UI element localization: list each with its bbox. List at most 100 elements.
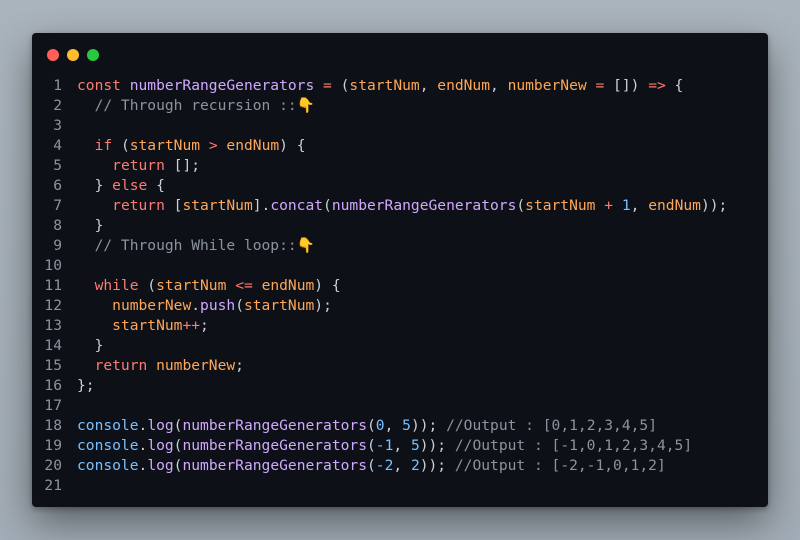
code-line[interactable]: 4 if (startNum > endNum) { (32, 136, 768, 156)
code-token-punct: , (419, 77, 438, 94)
code-text: return numberNew; (77, 356, 244, 376)
code-token-comment: // Through While loop::👇 (77, 237, 315, 254)
code-token-punct: []; (164, 157, 201, 174)
code-line[interactable]: 17 (32, 396, 768, 416)
code-line[interactable]: 3 (32, 116, 768, 136)
line-number: 18 (44, 417, 62, 434)
code-token-keyword: return (112, 157, 165, 174)
code-text: const numberRangeGenerators = (startNum,… (77, 76, 683, 96)
code-token-number: -2 (375, 457, 394, 474)
code-token-param: startNum (112, 317, 183, 334)
code-token-punct: , (393, 457, 411, 474)
code-editor: 1 const numberRangeGenerators = (startNum… (32, 76, 768, 496)
code-token-func: numberRangeGenerators (182, 417, 367, 434)
line-number: 17 (44, 397, 62, 414)
code-token-punct: }; (77, 377, 95, 394)
code-line[interactable]: 13 startNum++; (32, 316, 768, 336)
code-token-punct: )); (419, 457, 455, 474)
code-text: return []; (77, 156, 200, 176)
code-line[interactable]: 2 // Through recursion ::👇 (32, 96, 768, 116)
code-token-number: 1 (621, 197, 631, 214)
code-token-func: numberRangeGenerators (182, 457, 367, 474)
code-token-punct: . (138, 417, 148, 434)
code-token-keyword: <= (235, 277, 253, 294)
code-token-punct: ( (235, 297, 244, 314)
code-text: startNum++; (77, 316, 209, 336)
code-line[interactable]: 9 // Through While loop::👇 (32, 236, 768, 256)
code-token-number: 2 (410, 457, 420, 474)
code-token-number: 5 (402, 417, 411, 434)
code-token-param: startNum (129, 137, 201, 154)
code-line[interactable]: 18 console.log(numberRangeGenerators(0, 5… (32, 416, 768, 436)
code-token-comment: // Through recursion ::👇 (77, 97, 315, 114)
code-token-punct: []) (604, 77, 649, 94)
line-number: 10 (44, 257, 62, 274)
code-token-param: startNum (349, 77, 420, 94)
code-token-func: log (147, 457, 174, 474)
code-token-punct: ( (366, 417, 376, 434)
code-token-keyword: return (112, 197, 165, 214)
code-line[interactable]: 21 (32, 476, 768, 496)
maximize-window-button[interactable] (87, 49, 99, 61)
code-token-punct: )); (419, 437, 455, 454)
code-text: } (77, 216, 104, 236)
code-line[interactable]: 5 return []; (32, 156, 768, 176)
line-number: 7 (53, 197, 62, 214)
code-token-keyword: const (77, 77, 130, 94)
code-line[interactable]: 16}; (32, 376, 768, 396)
code-token-punct: ( (112, 137, 130, 154)
minimize-window-button[interactable] (67, 49, 79, 61)
close-window-button[interactable] (47, 49, 59, 61)
code-text: console.log(numberRangeGenerators(-2, 2)… (77, 456, 666, 476)
window-titlebar (32, 33, 768, 77)
code-token-param: startNum (525, 197, 596, 214)
code-token-func: log (147, 437, 174, 454)
code-text: numberNew.push(startNum); (77, 296, 332, 316)
code-token-number: 5 (410, 437, 420, 454)
code-line[interactable]: 12 numberNew.push(startNum); (32, 296, 768, 316)
code-line[interactable]: 7 return [startNum].concat(numberRangeGe… (32, 196, 768, 216)
line-number: 15 (44, 357, 62, 374)
code-token-punct: [ (164, 197, 183, 214)
code-token-param: endNum (226, 137, 280, 154)
code-token-punct: . (138, 457, 148, 474)
code-line[interactable]: 14 } (32, 336, 768, 356)
code-token-param: numberNew (507, 77, 587, 94)
code-token-punct: ( (138, 277, 157, 294)
code-token-punct: ; (235, 357, 244, 374)
code-line[interactable]: 20 console.log(numberRangeGenerators(-2, … (32, 456, 768, 476)
code-line[interactable]: 15 return numberNew; (32, 356, 768, 376)
code-text: } (77, 336, 104, 356)
code-token-keyword: if (94, 137, 113, 154)
code-text: console.log(numberRangeGenerators(-1, 5)… (77, 436, 692, 456)
code-token-punct: ; (200, 317, 209, 334)
code-line[interactable]: 10 (32, 256, 768, 276)
code-token-punct: ); (314, 297, 332, 314)
code-text: while (startNum <= endNum) { (77, 276, 341, 296)
code-text: if (startNum > endNum) { (77, 136, 306, 156)
code-line[interactable]: 11 while (startNum <= endNum) { (32, 276, 768, 296)
code-token-punct: ( (331, 77, 350, 94)
code-token-punct: ( (366, 457, 376, 474)
code-token-comment: //Output : [-2,-1,0,1,2] (454, 457, 666, 474)
code-line[interactable]: 19 console.log(numberRangeGenerators(-1, … (32, 436, 768, 456)
code-token-func: numberRangeGenerators (331, 197, 517, 214)
code-text: console.log(numberRangeGenerators(0, 5))… (77, 416, 657, 436)
code-line[interactable]: 8 } (32, 216, 768, 236)
code-line[interactable]: 6 } else { (32, 176, 768, 196)
code-token-punct: ) { (314, 277, 341, 294)
code-line[interactable]: 1 const numberRangeGenerators = (startNum… (32, 76, 768, 96)
line-number: 6 (53, 177, 62, 194)
code-token-comment: //Output : [-1,0,1,2,3,4,5] (454, 437, 693, 454)
code-token-keyword: ++ (182, 317, 201, 334)
code-token-keyword: else (112, 177, 148, 194)
